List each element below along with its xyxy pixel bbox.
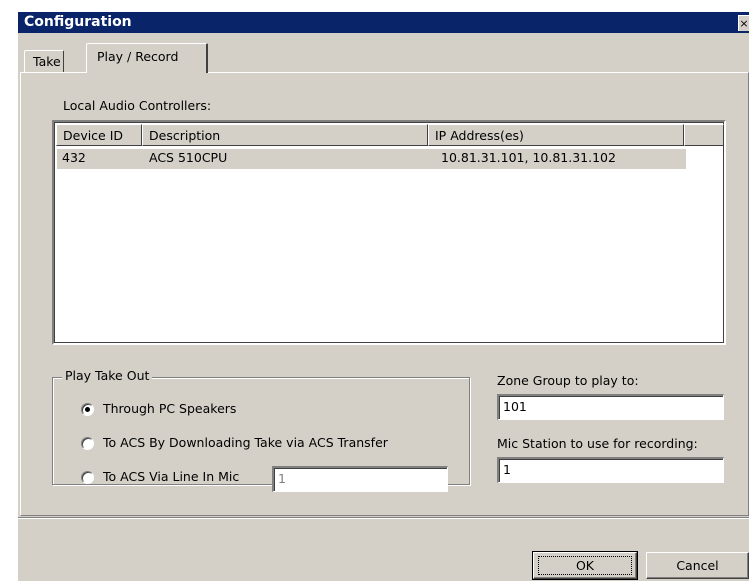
close-icon[interactable]: × [738, 15, 749, 31]
background-area [0, 0, 749, 12]
column-header-ip-address[interactable]: IP Address(es) [428, 124, 684, 146]
radio-label-acs-transfer[interactable]: To ACS By Downloading Take via ACS Trans… [103, 435, 388, 450]
configuration-window: Configuration × Take Play / Record Local… [0, 0, 749, 581]
cell-description: ACS 510CPU [149, 150, 228, 165]
mic-station-input[interactable]: 1 [497, 457, 724, 483]
local-audio-controllers-list[interactable]: Device ID Description IP Address(es) 432… [52, 120, 726, 345]
radio-acs-transfer[interactable] [81, 437, 94, 450]
line-in-mic-input[interactable]: 1 [272, 466, 448, 492]
radio-through-pc-speakers[interactable] [81, 403, 94, 416]
tab-play-record[interactable]: Play / Record [86, 43, 208, 73]
zone-group-input[interactable]: 101 [497, 394, 724, 420]
radio-label-through-pc-speakers[interactable]: Through PC Speakers [103, 401, 236, 416]
cell-ip-addresses: 10.81.31.101, 10.81.31.102 [441, 150, 616, 165]
ok-button-label: OK [575, 558, 595, 573]
cancel-button[interactable]: Cancel [646, 552, 749, 579]
column-header-device-id[interactable]: Device ID [56, 124, 142, 146]
zone-group-label: Zone Group to play to: [497, 373, 639, 388]
column-header-filler [684, 124, 724, 146]
ok-button[interactable]: OK [532, 551, 638, 580]
radio-selected-dot [85, 407, 90, 412]
background-area-left [0, 0, 18, 581]
mic-station-label: Mic Station to use for recording: [497, 436, 698, 451]
cell-device-id: 432 [62, 150, 86, 165]
local-audio-controllers-label: Local Audio Controllers: [63, 98, 212, 113]
radio-label-line-in-mic[interactable]: To ACS Via Line In Mic [103, 469, 239, 484]
column-header-description[interactable]: Description [142, 124, 428, 146]
bottom-separator [18, 517, 749, 519]
window-title: Configuration [24, 14, 132, 30]
radio-line-in-mic[interactable] [81, 471, 94, 484]
play-take-out-legend: Play Take Out [62, 368, 153, 383]
tab-take[interactable]: Take [24, 50, 64, 72]
title-bar[interactable]: Configuration × [18, 12, 749, 33]
